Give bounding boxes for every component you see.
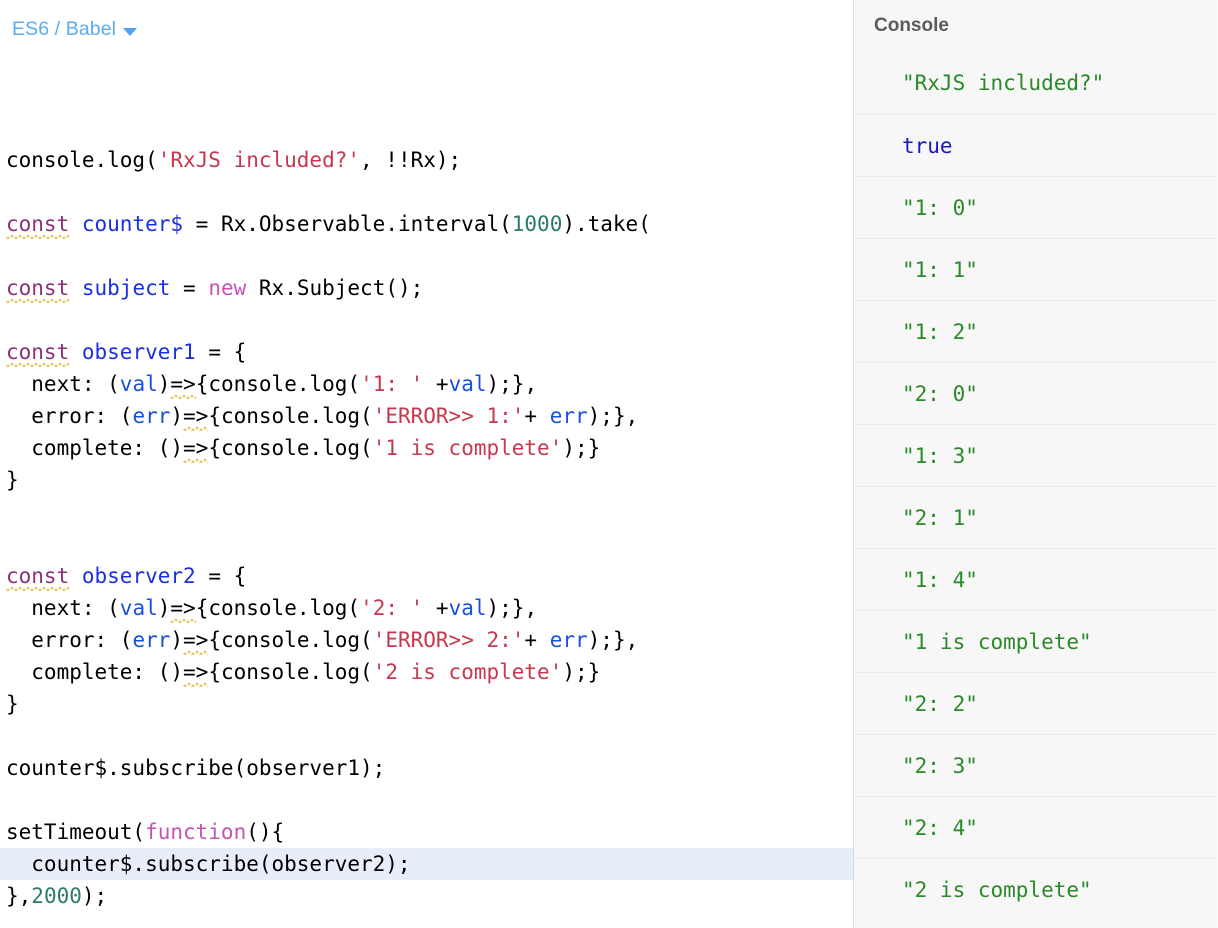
- console-entry-value: "2: 3": [902, 753, 978, 778]
- chevron-down-icon[interactable]: [123, 27, 138, 36]
- code-line[interactable]: [0, 496, 853, 528]
- console-entry[interactable]: "RxJS included?": [854, 52, 1217, 114]
- code-line[interactable]: const subject = new Rx.Subject();: [0, 272, 853, 304]
- code-line[interactable]: setTimeout(function(){: [0, 816, 853, 848]
- code-line[interactable]: [0, 784, 853, 816]
- console-output-list: "RxJS included?" true "1: 0" "1: 1" "1: 2" "2…: [854, 52, 1217, 920]
- console-entry-value: "2: 4": [902, 815, 978, 840]
- console-entry[interactable]: "1: 1": [854, 238, 1217, 300]
- console-entry[interactable]: "1: 0": [854, 176, 1217, 238]
- console-entry-value: "2: 0": [902, 381, 978, 406]
- code-line[interactable]: [0, 304, 853, 336]
- console-entry[interactable]: "2: 2": [854, 672, 1217, 734]
- console-entry[interactable]: "1 is complete": [854, 610, 1217, 672]
- console-entry[interactable]: true: [854, 114, 1217, 176]
- console-title: Console: [854, 0, 1217, 52]
- code-line[interactable]: complete: ()=>{console.log('2 is complet…: [0, 656, 853, 688]
- console-entry-value: "2: 2": [902, 691, 978, 716]
- code-line[interactable]: [0, 720, 853, 752]
- editor-header: ES6 / Babel: [0, 0, 853, 48]
- console-entry-value: "1 is complete": [902, 629, 1092, 654]
- console-entry-value: "2 is complete": [902, 877, 1092, 902]
- code-line[interactable]: counter$.subscribe(observer1);: [0, 752, 853, 784]
- console-entry-value: "1: 3": [902, 443, 978, 468]
- code-line[interactable]: error: (err)=>{console.log('ERROR>> 1:'+…: [0, 400, 853, 432]
- code-editor-textarea[interactable]: console.log('RxJS included?', !!Rx); con…: [0, 48, 853, 928]
- console-entry[interactable]: "2: 4": [854, 796, 1217, 858]
- console-entry[interactable]: "2: 1": [854, 486, 1217, 548]
- code-line[interactable]: }: [0, 464, 853, 496]
- console-entry[interactable]: "2 is complete": [854, 858, 1217, 920]
- code-line[interactable]: [0, 240, 853, 272]
- code-line[interactable]: },2000);: [0, 880, 853, 912]
- code-editor-pane: ES6 / Babel console.log('RxJS included?'…: [0, 0, 854, 928]
- code-line[interactable]: const counter$ = Rx.Observable.interval(…: [0, 208, 853, 240]
- console-entry[interactable]: "1: 2": [854, 300, 1217, 362]
- code-line[interactable]: }: [0, 688, 853, 720]
- code-line[interactable]: const observer1 = {: [0, 336, 853, 368]
- code-line[interactable]: [0, 176, 853, 208]
- code-line[interactable]: complete: ()=>{console.log('1 is complet…: [0, 432, 853, 464]
- console-entry-value: "1: 2": [902, 319, 978, 344]
- console-entry-value: "1: 0": [902, 195, 978, 220]
- console-entry-value: true: [902, 133, 953, 158]
- code-line[interactable]: [0, 528, 853, 560]
- code-line[interactable]: next: (val)=>{console.log('2: ' +val);},: [0, 592, 853, 624]
- app-root: ES6 / Babel console.log('RxJS included?'…: [0, 0, 1218, 928]
- console-entry[interactable]: "2: 0": [854, 362, 1217, 424]
- code-line[interactable]: next: (val)=>{console.log('1: ' +val);},: [0, 368, 853, 400]
- console-pane: Console "RxJS included?" true "1: 0" "1: 1"…: [854, 0, 1217, 928]
- language-mode-selector[interactable]: ES6 / Babel: [12, 18, 116, 41]
- code-line[interactable]: const observer2 = {: [0, 560, 853, 592]
- console-entry-value: "1: 4": [902, 567, 978, 592]
- code-line[interactable]: error: (err)=>{console.log('ERROR>> 2:'+…: [0, 624, 853, 656]
- console-entry-value: "2: 1": [902, 505, 978, 530]
- console-entry[interactable]: "2: 3": [854, 734, 1217, 796]
- console-entry-value: "1: 1": [902, 257, 978, 282]
- code-line[interactable]: counter$.subscribe(observer2);: [0, 848, 853, 880]
- console-entry[interactable]: "1: 3": [854, 424, 1217, 486]
- console-entry[interactable]: "1: 4": [854, 548, 1217, 610]
- code-line[interactable]: console.log('RxJS included?', !!Rx);: [0, 144, 853, 176]
- console-entry-value: "RxJS included?": [902, 71, 1105, 95]
